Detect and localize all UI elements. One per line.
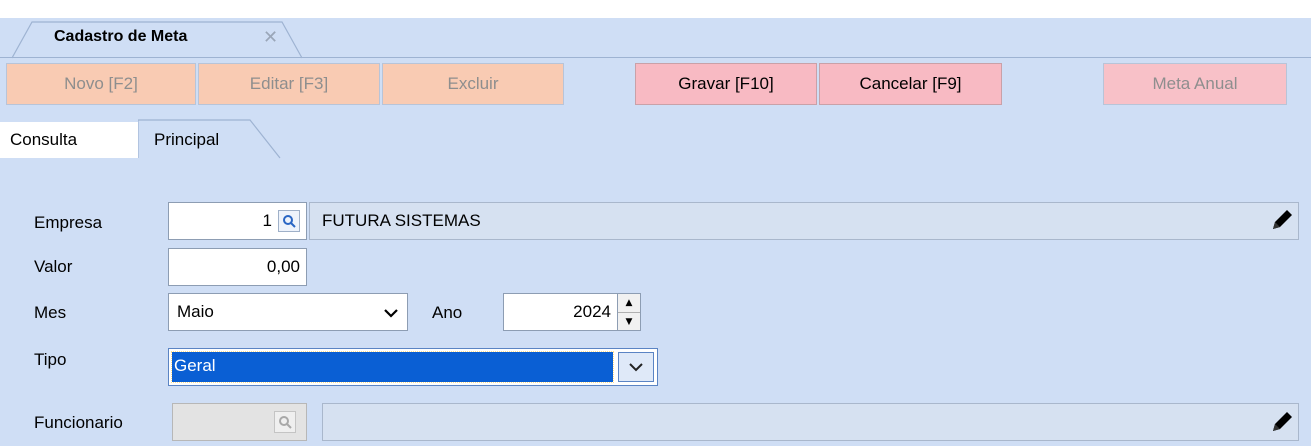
tab-consulta-label: Consulta xyxy=(10,130,78,149)
tipo-label: Tipo xyxy=(34,350,67,369)
mes-label: Mes xyxy=(34,303,67,322)
empresa-label: Empresa xyxy=(34,213,103,232)
ano-value: 2024 xyxy=(573,302,611,321)
ano-spin-control[interactable]: ▲ ▼ xyxy=(617,293,641,331)
tipo-selection: Geral xyxy=(171,351,614,383)
chevron-glyph xyxy=(629,363,643,372)
editar-button[interactable]: Editar [F3] xyxy=(198,63,380,105)
empresa-code-input[interactable]: 1 xyxy=(168,202,307,240)
empresa-code-value: 1 xyxy=(262,211,272,230)
funcionario-code-input[interactable] xyxy=(172,403,307,441)
gravar-button[interactable]: Gravar [F10] xyxy=(635,63,817,105)
document-tab-title: Cadastro de Meta xyxy=(54,28,188,45)
ano-input[interactable]: 2024 xyxy=(503,293,618,331)
spin-down-icon[interactable]: ▼ xyxy=(618,313,640,331)
tab-principal-label: Principal xyxy=(154,130,220,149)
spin-up-icon[interactable]: ▲ xyxy=(618,294,640,313)
tab-consulta[interactable]: Consulta xyxy=(0,122,140,158)
cancelar-button[interactable]: Cancelar [F9] xyxy=(819,63,1002,105)
chevron-down-icon[interactable] xyxy=(618,352,654,382)
valor-value: 0,00 xyxy=(266,257,300,276)
pencil-icon[interactable] xyxy=(1270,208,1294,232)
meta-anual-button[interactable]: Meta Anual xyxy=(1103,63,1287,105)
tab-principal[interactable]: Principal xyxy=(138,118,281,160)
funcionario-name-display xyxy=(322,403,1299,441)
empresa-name-value: FUTURA SISTEMAS xyxy=(322,211,481,230)
valor-label: Valor xyxy=(34,257,73,276)
mes-value: Maio xyxy=(177,302,214,321)
close-icon[interactable]: ✕ xyxy=(263,27,278,48)
magnifier-glyph xyxy=(283,215,296,228)
empresa-name-display: FUTURA SISTEMAS xyxy=(309,202,1299,240)
chevron-down-icon[interactable] xyxy=(383,306,399,320)
magnifier-glyph xyxy=(279,416,292,429)
toolbar: Novo [F2] Editar [F3] Excluir Gravar [F1… xyxy=(0,58,1311,110)
magnifier-icon[interactable] xyxy=(274,411,296,433)
novo-button[interactable]: Novo [F2] xyxy=(6,63,196,105)
magnifier-icon[interactable] xyxy=(278,210,300,232)
document-tab[interactable]: Cadastro de Meta ✕ xyxy=(12,20,303,59)
valor-input[interactable]: 0,00 xyxy=(168,248,307,286)
ano-label: Ano xyxy=(432,303,463,322)
top-strip xyxy=(0,0,1311,18)
mes-select[interactable]: Maio xyxy=(168,293,408,331)
excluir-button[interactable]: Excluir xyxy=(382,63,564,105)
tipo-select[interactable]: Geral xyxy=(168,348,658,386)
funcionario-label: Funcionario xyxy=(34,413,123,432)
pencil-icon[interactable] xyxy=(1270,410,1294,434)
tipo-value: Geral xyxy=(174,356,216,375)
